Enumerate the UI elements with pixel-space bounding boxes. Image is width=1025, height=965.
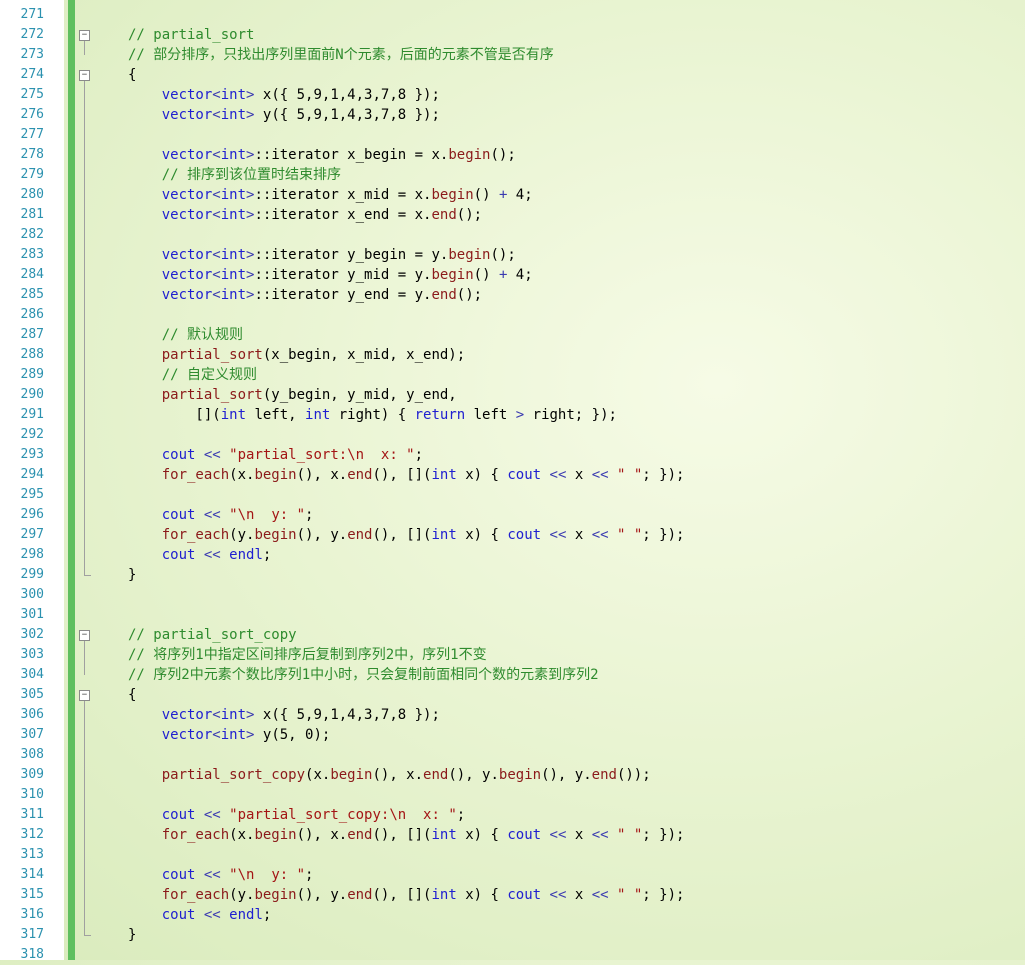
code-line[interactable]: vector<int> y(5, 0); [128, 725, 331, 745]
line-number: 302 [20, 627, 44, 642]
line-number: 311 [20, 807, 44, 822]
line-number: 273 [20, 47, 44, 62]
code-line[interactable]: vector<int> x({ 5,9,1,4,3,7,8 }); [128, 705, 440, 725]
code-line[interactable]: cout << "\n y: "; [128, 505, 314, 525]
line-number: 318 [20, 947, 44, 962]
line-number: 292 [20, 427, 44, 442]
line-number: 310 [20, 787, 44, 802]
line-number: 280 [20, 187, 44, 202]
code-line[interactable]: // 排序到该位置时结束排序 [128, 165, 341, 185]
line-number: 286 [20, 307, 44, 322]
code-line[interactable]: cout << endl; [128, 545, 272, 565]
code-line[interactable]: } [128, 925, 136, 945]
code-line[interactable]: for_each(y.begin(), y.end(), [](int x) {… [128, 525, 685, 545]
line-number: 281 [20, 207, 44, 222]
line-number: 290 [20, 387, 44, 402]
code-line[interactable]: cout << endl; [128, 905, 272, 925]
code-line[interactable]: cout << "\n y: "; [128, 865, 314, 885]
code-line[interactable]: // 自定义规则 [128, 365, 257, 385]
change-tracking-bar [68, 0, 75, 960]
code-line[interactable]: // 默认规则 [128, 325, 243, 345]
code-line[interactable]: // 序列2中元素个数比序列1中小时，只会复制前面相同个数的元素到序列2 [128, 665, 599, 685]
fold-guide-line [84, 41, 85, 55]
line-number: 278 [20, 147, 44, 162]
code-line[interactable]: vector<int> y({ 5,9,1,4,3,7,8 }); [128, 105, 440, 125]
code-line[interactable]: } [128, 565, 136, 585]
line-number: 308 [20, 747, 44, 762]
fold-end-marker [84, 935, 91, 936]
line-number: 277 [20, 127, 44, 142]
collapse-fold-icon[interactable]: − [79, 630, 90, 641]
code-line[interactable]: // 部分排序，只找出序列里面前N个元素，后面的元素不管是否有序 [128, 45, 554, 65]
line-number: 279 [20, 167, 44, 182]
code-line[interactable]: vector<int>::iterator x_end = x.end(); [128, 205, 482, 225]
code-editor[interactable]: 271 272 273 274 275 276 277 278 279 280 281 282 283 2… [0, 0, 1025, 962]
outlining-margin [75, 0, 97, 960]
code-line[interactable]: // 将序列1中指定区间排序后复制到序列2中，序列1不变 [128, 645, 487, 665]
line-number: 306 [20, 707, 44, 722]
code-line[interactable]: vector<int>::iterator y_mid = y.begin() … [128, 265, 533, 285]
line-number: 315 [20, 887, 44, 902]
code-line[interactable]: cout << "partial_sort_copy:\n x: "; [128, 805, 465, 825]
code-line[interactable]: vector<int>::iterator x_mid = x.begin() … [128, 185, 533, 205]
line-number: 314 [20, 867, 44, 882]
collapse-fold-icon[interactable]: − [79, 690, 90, 701]
line-number-gutter: 271 272 273 274 275 276 277 278 279 280 281 282 283 2… [0, 0, 64, 962]
line-number: 282 [20, 227, 44, 242]
line-number: 289 [20, 367, 44, 382]
line-number: 274 [20, 67, 44, 82]
code-line[interactable]: for_each(x.begin(), x.end(), [](int x) {… [128, 465, 685, 485]
line-number: 313 [20, 847, 44, 862]
line-number: 299 [20, 567, 44, 582]
collapse-fold-icon[interactable]: − [79, 70, 90, 81]
line-number: 295 [20, 487, 44, 502]
code-line[interactable]: // partial_sort [128, 25, 254, 45]
code-line[interactable]: for_each(x.begin(), x.end(), [](int x) {… [128, 825, 685, 845]
line-number: 275 [20, 87, 44, 102]
code-line[interactable]: vector<int>::iterator y_end = y.end(); [128, 285, 482, 305]
line-number: 283 [20, 247, 44, 262]
code-line[interactable]: partial_sort(y_begin, y_mid, y_end, [128, 385, 457, 405]
line-number: 298 [20, 547, 44, 562]
code-line[interactable]: [](int left, int right) { return left > … [128, 405, 617, 425]
code-line[interactable]: for_each(y.begin(), y.end(), [](int x) {… [128, 885, 685, 905]
code-line[interactable]: vector<int>::iterator x_begin = x.begin(… [128, 145, 516, 165]
code-line[interactable]: { [128, 685, 136, 705]
line-number: 301 [20, 607, 44, 622]
line-number: 293 [20, 447, 44, 462]
line-number: 307 [20, 727, 44, 742]
line-number: 304 [20, 667, 44, 682]
line-number: 316 [20, 907, 44, 922]
line-number: 309 [20, 767, 44, 782]
line-number: 294 [20, 467, 44, 482]
code-line[interactable]: // partial_sort_copy [128, 625, 297, 645]
code-line[interactable]: partial_sort(x_begin, x_mid, x_end); [128, 345, 465, 365]
line-number: 312 [20, 827, 44, 842]
code-line[interactable]: vector<int>::iterator y_begin = y.begin(… [128, 245, 516, 265]
line-number: 291 [20, 407, 44, 422]
line-number: 271 [20, 7, 44, 22]
collapse-fold-icon[interactable]: − [79, 30, 90, 41]
fold-guide-line [84, 701, 85, 935]
line-number: 276 [20, 107, 44, 122]
line-number: 303 [20, 647, 44, 662]
line-number: 296 [20, 507, 44, 522]
code-line[interactable]: vector<int> x({ 5,9,1,4,3,7,8 }); [128, 85, 440, 105]
line-number: 297 [20, 527, 44, 542]
line-number: 317 [20, 927, 44, 942]
code-line[interactable]: cout << "partial_sort:\n x: "; [128, 445, 423, 465]
line-number: 305 [20, 687, 44, 702]
line-number: 287 [20, 327, 44, 342]
line-number: 285 [20, 287, 44, 302]
fold-end-marker [84, 575, 91, 576]
line-number: 288 [20, 347, 44, 362]
line-number: 300 [20, 587, 44, 602]
fold-guide-line [84, 81, 85, 575]
code-line[interactable]: { [128, 65, 136, 85]
line-number: 284 [20, 267, 44, 282]
fold-guide-line [84, 641, 85, 675]
line-number: 272 [20, 27, 44, 42]
code-line[interactable]: partial_sort_copy(x.begin(), x.end(), y.… [128, 765, 651, 785]
